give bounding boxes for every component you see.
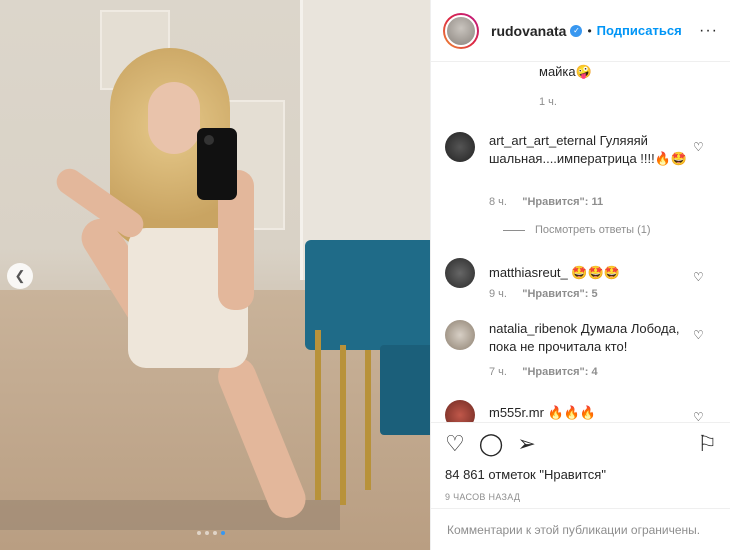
commenter-avatar[interactable]	[445, 258, 475, 288]
person-face	[148, 82, 200, 154]
post-header: rudovanata ✓ • Подписаться ···	[431, 0, 730, 62]
action-icons: ♡ ◯ ➢ ⚐	[445, 431, 717, 457]
comment-time: 7 ч.	[489, 366, 507, 378]
bench-leg	[315, 330, 321, 500]
carousel-dot-active	[221, 531, 225, 535]
save-bookmark-icon[interactable]: ⚐	[697, 433, 717, 455]
commenter-username[interactable]: art_art_art_eternal	[489, 133, 596, 148]
carousel-dot	[213, 531, 217, 535]
comments-restricted-notice: Комментарии к этой публикации ограничены…	[431, 508, 730, 550]
comment-time: 9 ч.	[489, 288, 507, 300]
carousel-dot	[205, 531, 209, 535]
comment-text: 🔥🔥🔥	[547, 405, 597, 420]
chevron-left-icon: ❮	[14, 268, 26, 283]
replies-line	[503, 229, 525, 231]
commenter-avatar[interactable]	[445, 320, 475, 350]
follow-button[interactable]: Подписаться	[597, 23, 682, 38]
post-photo[interactable]: ❮	[0, 0, 430, 550]
carousel-dots	[197, 531, 225, 535]
view-replies-link[interactable]: Посмотреть ответы (1)	[503, 224, 651, 236]
bench-side	[380, 345, 430, 435]
commenter-username[interactable]: m555r.mr	[489, 405, 544, 420]
commenter-avatar[interactable]	[445, 132, 475, 162]
like-heart-icon[interactable]: ♡	[445, 433, 465, 455]
comment-likes-count[interactable]: "Нравится": 4	[522, 366, 597, 378]
comment-meta: 7 ч. "Нравится": 4	[489, 366, 598, 378]
likes-count[interactable]: 84 861 отметок "Нравится"	[445, 467, 717, 482]
author-avatar[interactable]	[443, 12, 479, 49]
like-comment-heart-icon[interactable]: ♡	[693, 140, 705, 154]
comment-text: 🤩🤩🤩	[571, 265, 620, 280]
comment-continuation: майка🤪	[539, 64, 592, 79]
more-options-icon[interactable]: ···	[699, 22, 718, 40]
post-sidebar: rudovanata ✓ • Подписаться ··· майка🤪 1 …	[430, 0, 730, 550]
comment-bubble-icon[interactable]: ◯	[479, 433, 504, 455]
post-actions: ♡ ◯ ➢ ⚐ 84 861 отметок "Нравится" 9 часо…	[431, 422, 730, 502]
like-comment-heart-icon[interactable]: ♡	[693, 410, 705, 422]
comment-likes-count[interactable]: "Нравится": 5	[522, 288, 597, 300]
comment-likes-count[interactable]: "Нравится": 11	[522, 196, 603, 208]
comment-time: 1 ч.	[539, 96, 557, 108]
bench-top	[305, 240, 430, 350]
commenter-username[interactable]: matthiasreut_	[489, 265, 568, 280]
share-send-icon[interactable]: ➢	[517, 433, 535, 455]
bench-leg	[340, 345, 346, 505]
door	[300, 0, 430, 280]
post-time[interactable]: 9 часов назад	[445, 492, 717, 502]
comment-meta: 8 ч. "Нравится": 11	[489, 196, 603, 208]
like-comment-heart-icon[interactable]: ♡	[693, 328, 705, 342]
like-comment-heart-icon[interactable]: ♡	[693, 270, 705, 284]
view-replies-label: Посмотреть ответы (1)	[535, 224, 651, 236]
author-username[interactable]: rudovanata	[491, 23, 566, 39]
comment-meta: 9 ч. "Нравится": 5	[489, 288, 598, 300]
commenter-avatar[interactable]	[445, 400, 475, 422]
comments-list[interactable]: майка🤪 1 ч. art_art_art_eternal Гуляяяй …	[431, 62, 730, 422]
separator-dot: •	[587, 23, 592, 38]
comment-time: 8 ч.	[489, 196, 507, 208]
carousel-dot	[197, 531, 201, 535]
phone	[197, 128, 237, 200]
bench-leg	[365, 350, 371, 490]
carousel-prev-button[interactable]: ❮	[7, 263, 33, 289]
commenter-username[interactable]: natalia_ribenok	[489, 321, 577, 336]
verified-icon: ✓	[570, 24, 583, 37]
